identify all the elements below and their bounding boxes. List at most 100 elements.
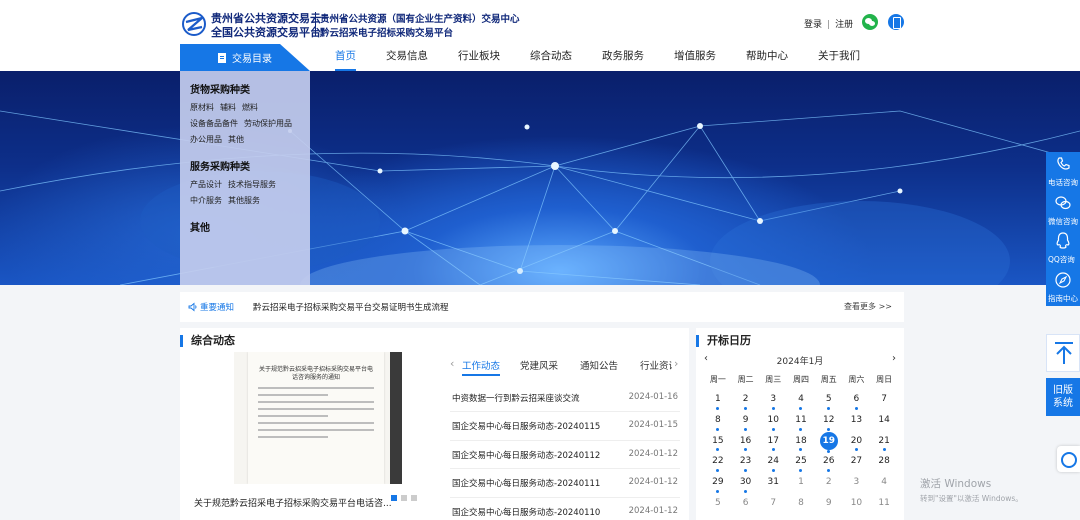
catalog-link[interactable]: 技术指导服务 <box>228 180 276 189</box>
calendar-day[interactable]: 6 <box>843 390 871 411</box>
notice-more-link[interactable]: 查看更多 >> <box>844 301 892 312</box>
back-to-top-button[interactable] <box>1046 334 1080 372</box>
calendar-day[interactable]: 24 <box>759 452 787 473</box>
qq-consult-button[interactable]: QQ咨询 <box>1046 229 1080 268</box>
calendar-day[interactable]: 1 <box>704 390 732 411</box>
list-item[interactable]: 国企交易中心每日服务动态-20240115 2024-01-15 <box>450 412 680 441</box>
notice-text[interactable]: 黔云招采电子招标采购交易平台交易证明书生成流程 <box>253 301 449 313</box>
catalog-link[interactable]: 中介服务 <box>190 196 222 205</box>
catalog-link[interactable]: 办公用品 <box>190 135 222 144</box>
calendar-day[interactable]: 20 <box>843 432 871 453</box>
nav-item-value-added[interactable]: 增值服务 <box>665 44 725 71</box>
calendar-day[interactable]: 3 <box>759 390 787 411</box>
catalog-link[interactable]: 设备备品备件 <box>190 119 238 128</box>
calendar-day[interactable]: 31 <box>759 473 787 494</box>
catalog-group-title[interactable]: 其他 <box>190 219 300 234</box>
news-title[interactable]: 国企交易中心每日服务动态-20240115 <box>452 420 600 432</box>
catalog-link[interactable]: 其他服务 <box>228 196 260 205</box>
mobile-icon[interactable] <box>888 14 904 30</box>
nav-item-news[interactable]: 综合动态 <box>521 44 581 71</box>
news-slide-image[interactable]: 关于规范黔云招采电子招标采购交易平台电话咨询服务的通知 <box>234 352 402 484</box>
calendar-day[interactable]: 11 <box>870 494 898 515</box>
calendar-day[interactable]: 8 <box>787 494 815 515</box>
tab-industry-news[interactable]: 行业资讯 <box>640 358 672 372</box>
slide-dot[interactable] <box>411 495 417 501</box>
catalog-link[interactable]: 燃料 <box>242 103 258 112</box>
calendar-day[interactable]: 15 <box>704 432 732 453</box>
nav-item-about[interactable]: 关于我们 <box>809 44 869 71</box>
calendar-day[interactable]: 10 <box>759 411 787 432</box>
calendar-day[interactable]: 17 <box>759 432 787 453</box>
catalog-link[interactable]: 原材料 <box>190 103 214 112</box>
tab-next-icon[interactable]: › <box>674 357 678 370</box>
calendar-day[interactable]: 2 <box>815 473 843 494</box>
tab-party-building[interactable]: 党建风采 <box>520 358 558 372</box>
list-item[interactable]: 中资数据一行到黔云招采座谈交流 2024-01-16 <box>450 384 680 413</box>
calendar-day[interactable]: 4 <box>870 473 898 494</box>
list-item[interactable]: 国企交易中心每日服务动态-20240111 2024-01-12 <box>450 469 680 498</box>
catalog-link[interactable]: 劳动保护用品 <box>244 119 292 128</box>
calendar-day[interactable]: 27 <box>843 452 871 473</box>
calendar-day[interactable]: 2 <box>732 390 760 411</box>
calendar-day[interactable]: 5 <box>704 494 732 515</box>
calendar-day[interactable]: 18 <box>787 432 815 453</box>
tab-prev-icon[interactable]: ‹ <box>450 357 454 370</box>
guide-center-button[interactable]: 指南中心 <box>1046 268 1080 307</box>
register-link[interactable]: 注册 <box>835 20 853 30</box>
calendar-day[interactable]: 4 <box>787 390 815 411</box>
slide-dot[interactable] <box>401 495 407 501</box>
old-system-button[interactable]: 旧版系统 <box>1046 378 1080 416</box>
calendar-day[interactable]: 14 <box>870 411 898 432</box>
nav-item-trade-info[interactable]: 交易信息 <box>377 44 437 71</box>
phone-consult-button[interactable]: 电话咨询 <box>1046 152 1080 191</box>
catalog-link[interactable]: 辅料 <box>220 103 236 112</box>
catalog-link[interactable]: 产品设计 <box>190 180 222 189</box>
catalog-row: 设备备品备件 劳动保护用品 <box>190 118 300 129</box>
calendar-day[interactable]: 16 <box>732 432 760 453</box>
calendar-day[interactable]: 5 <box>815 390 843 411</box>
nav-item-gov-service[interactable]: 政务服务 <box>593 44 653 71</box>
calendar-day[interactable]: 26 <box>815 452 843 473</box>
tab-work-news[interactable]: 工作动态 <box>462 358 501 376</box>
calendar-day[interactable]: 8 <box>704 411 732 432</box>
calendar-day[interactable]: 28 <box>870 452 898 473</box>
news-title[interactable]: 国企交易中心每日服务动态-20240112 <box>452 449 600 461</box>
wechat-consult-button[interactable]: 微信咨询 <box>1046 191 1080 230</box>
slide-dot[interactable] <box>391 495 397 501</box>
calendar-day[interactable]: 25 <box>787 452 815 473</box>
tab-announcements[interactable]: 通知公告 <box>580 358 618 372</box>
calendar-day[interactable]: 11 <box>787 411 815 432</box>
calendar-day[interactable]: 29 <box>704 473 732 494</box>
calendar-day[interactable]: 6 <box>732 494 760 515</box>
calendar-day[interactable]: 12 <box>815 411 843 432</box>
calendar-day[interactable]: 3 <box>843 473 871 494</box>
document-float-icon[interactable] <box>1057 446 1080 472</box>
list-item[interactable]: 国企交易中心每日服务动态-20240112 2024-01-12 <box>450 441 680 470</box>
calendar-day[interactable]: 9 <box>732 411 760 432</box>
calendar-day[interactable]: 21 <box>870 432 898 453</box>
wechat-icon[interactable] <box>862 14 878 30</box>
header: 贵州省公共资源交易云 全国公共资源交易平台 贵州省公共资源（国有企业生产资料）交… <box>0 0 1080 44</box>
calendar-day[interactable]: 7 <box>870 390 898 411</box>
slide-caption[interactable]: 关于规范黔云招采电子招标采购交易平台电话咨... <box>194 496 392 509</box>
catalog-tab-label: 交易目录 <box>232 54 272 65</box>
next-month-icon[interactable]: › <box>892 353 896 364</box>
calendar-day[interactable]: 13 <box>843 411 871 432</box>
list-item[interactable]: 国企交易中心每日服务动态-20240110 2024-01-12 <box>450 498 680 520</box>
calendar-day[interactable]: 1 <box>787 473 815 494</box>
calendar-day[interactable]: 30 <box>732 473 760 494</box>
calendar-day[interactable]: 22 <box>704 452 732 473</box>
nav-item-home[interactable]: 首页 <box>326 44 365 71</box>
news-title[interactable]: 国企交易中心每日服务动态-20240110 <box>452 506 600 518</box>
calendar-day[interactable]: 7 <box>759 494 787 515</box>
nav-item-help[interactable]: 帮助中心 <box>737 44 797 71</box>
nav-item-industry[interactable]: 行业板块 <box>449 44 509 71</box>
news-title[interactable]: 国企交易中心每日服务动态-20240111 <box>452 477 600 489</box>
news-title[interactable]: 中资数据一行到黔云招采座谈交流 <box>452 392 580 404</box>
calendar-day[interactable]: 23 <box>732 452 760 473</box>
calendar-day-today[interactable]: 19 <box>815 431 843 454</box>
catalog-link[interactable]: 其他 <box>228 135 244 144</box>
calendar-day[interactable]: 10 <box>843 494 871 515</box>
calendar-day[interactable]: 9 <box>815 494 843 515</box>
login-link[interactable]: 登录 <box>804 20 822 30</box>
